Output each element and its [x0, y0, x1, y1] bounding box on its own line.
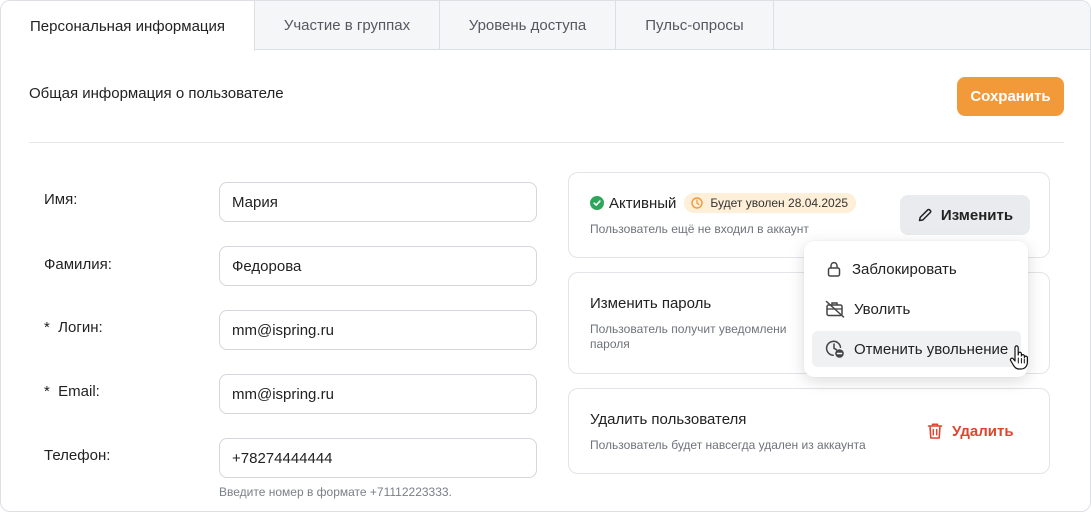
change-password-subtitle-1: Пользователь получит уведомлени	[590, 322, 787, 336]
badge-text: Будет уволен 28.04.2025	[710, 196, 849, 210]
menu-item-block-label: Заблокировать	[852, 260, 957, 278]
edit-button[interactable]: Изменить	[900, 195, 1030, 235]
check-circle-icon	[590, 196, 604, 210]
hand-cursor-icon	[1009, 345, 1028, 370]
tab-personal-info[interactable]: Персональная информация	[1, 1, 255, 51]
first-name-field[interactable]	[219, 182, 537, 222]
menu-item-dismiss[interactable]: Уволить	[812, 291, 1021, 327]
dismissal-badge: Будет уволен 28.04.2025	[684, 193, 857, 213]
login-label: * Логин:	[44, 319, 103, 336]
first-name-label: Имя:	[44, 191, 78, 208]
trash-icon	[927, 423, 943, 439]
divider	[29, 142, 1064, 143]
last-name-label: Фамилия:	[44, 256, 112, 273]
login-field[interactable]	[219, 310, 537, 350]
clock-cancel-icon	[825, 340, 844, 358]
edit-label: Изменить	[940, 206, 1014, 224]
delete-button[interactable]: Удалить	[927, 419, 1014, 443]
phone-label: Телефон:	[44, 447, 111, 464]
phone-hint: Введите номер в формате +71112223333.	[219, 485, 452, 499]
menu-item-dismiss-label: Уволить	[854, 300, 911, 318]
tab-groups[interactable]: Участие в группах	[255, 1, 440, 50]
menu-item-cancel-dismissal-label: Отменить увольнение	[854, 340, 1009, 358]
change-password-subtitle-2: пароля	[590, 337, 630, 351]
section-title: Общая информация о пользователе	[29, 85, 284, 102]
tab-access-level[interactable]: Уровень доступа	[440, 1, 616, 50]
delete-user-subtitle: Пользователь будет навсегда удален из ак…	[590, 438, 866, 452]
lock-icon	[827, 261, 841, 277]
status-line: Активный Будет уволен 28.04.2025	[590, 193, 857, 213]
phone-field[interactable]	[219, 438, 537, 478]
delete-user-card: Удалить пользователя Пользователь будет …	[568, 388, 1050, 474]
menu-item-block[interactable]: Заблокировать	[812, 251, 1021, 287]
change-password-title: Изменить пароль	[590, 295, 712, 312]
tab-pulse-surveys[interactable]: Пульс-опросы	[616, 1, 774, 50]
pencil-icon	[918, 208, 932, 222]
delete-user-title: Удалить пользователя	[590, 411, 747, 428]
status-subtitle: Пользователь ещё не входил в аккаунт	[590, 222, 809, 236]
email-field[interactable]	[219, 374, 537, 414]
menu-item-cancel-dismissal[interactable]: Отменить увольнение	[812, 331, 1021, 367]
tab-bar: Персональная информация Участие в группа…	[1, 1, 1090, 51]
save-button[interactable]: Сохранить	[957, 77, 1064, 116]
status-actions-menu: Заблокировать Уволить Отменить увольнени…	[804, 241, 1028, 377]
briefcase-off-icon	[825, 300, 845, 318]
delete-label: Удалить	[952, 422, 1014, 440]
clock-icon	[691, 197, 704, 209]
status-text: Активный	[609, 194, 677, 212]
email-label: * Email:	[44, 383, 100, 400]
last-name-field[interactable]	[219, 246, 537, 286]
